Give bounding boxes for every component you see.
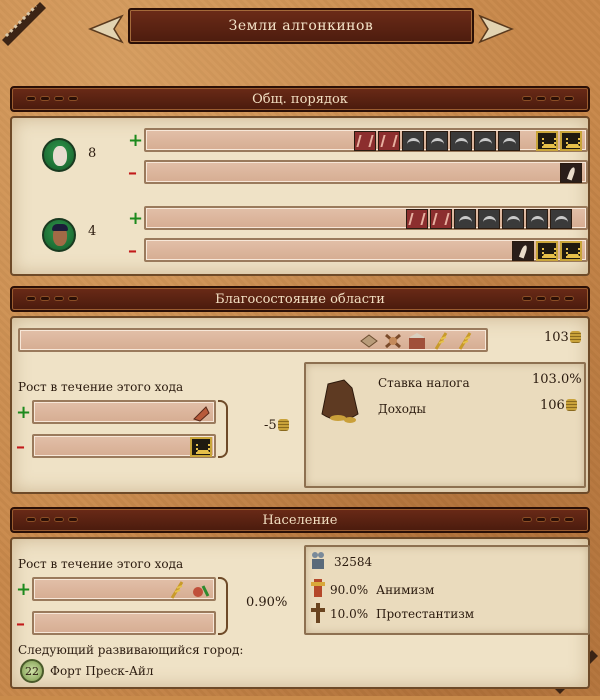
population-growth-value: 0.90% (246, 595, 288, 610)
wealth-title: Благосостояние области (215, 291, 385, 307)
religion-1-pct: 90.0% (330, 583, 369, 597)
bracket (218, 577, 228, 635)
population-growth-positive-bar (32, 577, 216, 601)
boat-icon[interactable] (454, 209, 476, 229)
bracket (218, 400, 228, 458)
wealth-growth-label: Рост в течение этого хода (18, 380, 184, 394)
city-level-badge: 22 (20, 659, 44, 683)
vegetables-icon[interactable] (190, 580, 212, 600)
minus-icon: – (16, 613, 25, 634)
next-city-name[interactable]: Форт Преск-Айл (50, 664, 154, 678)
fur-icon[interactable] (190, 403, 212, 423)
minus-icon: – (128, 162, 137, 183)
cattle-icon[interactable] (358, 331, 380, 351)
wealth-header: Благосостояние области (10, 286, 590, 312)
totem-icon (310, 579, 326, 597)
population-stats-box: 32584 90.0% Анимизм 10.0% Протестантизм (304, 545, 590, 635)
income-label: Доходы (378, 402, 426, 416)
population-count: 32584 (334, 555, 373, 569)
population-title: Население (262, 512, 338, 528)
order-row-2-positive-bar (144, 206, 588, 230)
wealth-panel: 103 Рост в течение этого хода + – -5 Ста… (10, 316, 590, 494)
city-level-value: 22 (25, 664, 39, 678)
top-left-ornament (0, 0, 48, 48)
troops-icon[interactable] (406, 209, 428, 229)
tax-rate-label: Ставка налога (378, 376, 470, 390)
order-row-2-value: 4 (88, 224, 97, 239)
cross-icon (310, 603, 326, 623)
window-title-text: Земли алгонкинов (228, 18, 374, 34)
order-row-1-positive-bar (144, 128, 588, 152)
boat-icon[interactable] (498, 131, 520, 151)
boat-icon[interactable] (478, 209, 500, 229)
order-row-1-value: 8 (88, 146, 97, 161)
plus-icon: + (16, 579, 32, 600)
public-order-header: Общ. порядок (10, 86, 590, 112)
building-icon[interactable] (406, 331, 428, 351)
public-order-title: Общ. порядок (252, 91, 348, 107)
religion-2-pct: 10.0% (330, 607, 369, 621)
wealth-growth-negative-bar (32, 434, 216, 458)
population-icon (310, 551, 326, 569)
population-header: Население (10, 507, 590, 533)
boat-icon[interactable] (402, 131, 424, 151)
wealth-growth-value: -5 (264, 418, 277, 433)
boat-icon[interactable] (426, 131, 448, 151)
religion-2-name: Протестантизм (376, 607, 475, 621)
warrior-portrait-icon[interactable] (42, 218, 76, 252)
population-growth-negative-bar (32, 611, 216, 635)
wealth-growth-positive-bar (32, 400, 216, 424)
elder-portrait-icon[interactable] (42, 138, 76, 172)
religion-1-name: Анимизм (376, 583, 435, 597)
boat-icon[interactable] (450, 131, 472, 151)
order-row-2-negative-bar (144, 238, 588, 262)
hides-icon[interactable] (382, 331, 404, 351)
troops-icon[interactable] (378, 131, 400, 151)
wealth-total: 103 (544, 330, 581, 345)
plus-icon: + (16, 402, 32, 423)
money-bag-icon (314, 374, 366, 426)
tax-box: Ставка налога 103.0% Доходы 106 (304, 362, 586, 488)
boat-icon[interactable] (502, 209, 524, 229)
coin-icon (569, 331, 581, 343)
coin-icon (565, 399, 577, 411)
troops-icon[interactable] (430, 209, 452, 229)
minus-icon: – (128, 240, 137, 261)
income-value: 106 (540, 398, 565, 413)
wealth-growth: -5 (264, 418, 289, 433)
next-region-arrow[interactable] (478, 14, 514, 44)
population-panel: Рост в течение этого хода + – 0.90% След… (10, 537, 590, 689)
next-city-label: Следующий развивающийся город: (18, 643, 244, 657)
shield-icon[interactable] (190, 437, 212, 457)
public-order-panel: 8 + – 4 + – (10, 116, 590, 276)
minus-icon: – (16, 436, 25, 457)
population-growth-label: Рост в течение этого хода (18, 557, 184, 571)
wealth-sources-bar (18, 328, 488, 352)
plus-icon: + (128, 208, 144, 229)
crown-icon[interactable] (536, 241, 558, 261)
wealth-total-value: 103 (544, 330, 569, 345)
plus-icon: + (128, 130, 144, 151)
order-row-1-negative-bar (144, 160, 588, 184)
window-title: Земли алгонкинов (128, 8, 474, 44)
tax-rate-value[interactable]: 103.0% (532, 372, 582, 387)
troops-icon[interactable] (354, 131, 376, 151)
previous-region-arrow[interactable] (88, 14, 124, 44)
boat-icon[interactable] (550, 209, 572, 229)
wheat-icon[interactable] (454, 331, 476, 351)
crown-icon[interactable] (536, 131, 558, 151)
income: 106 (540, 398, 577, 413)
wheat-icon[interactable] (430, 331, 452, 351)
crown-icon[interactable] (560, 241, 582, 261)
boat-icon[interactable] (474, 131, 496, 151)
boat-icon[interactable] (526, 209, 548, 229)
feather-icon[interactable] (512, 241, 534, 261)
crown-icon[interactable] (560, 131, 582, 151)
coin-icon (277, 419, 289, 431)
wheat-icon[interactable] (166, 580, 188, 600)
feather-icon[interactable] (560, 163, 582, 183)
